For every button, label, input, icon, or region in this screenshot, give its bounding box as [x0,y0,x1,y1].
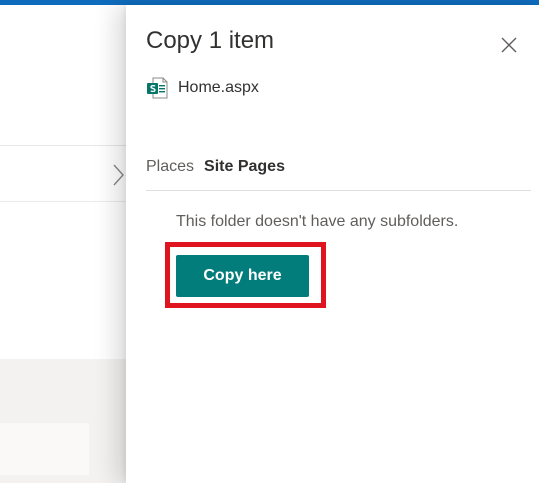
empty-folder-message: This folder doesn't have any subfolders. [176,213,459,230]
selected-file: Home.aspx [146,77,259,99]
copy-here-button[interactable]: Copy here [176,255,309,297]
breadcrumb: Places Site Pages [146,158,285,176]
file-name: Home.aspx [178,79,259,96]
background-page [0,5,128,483]
breadcrumb-places[interactable]: Places [146,158,194,176]
breadcrumb-current: Site Pages [204,158,285,175]
panel-title: Copy 1 item [146,27,275,54]
background-divider [0,201,128,202]
background-block [0,423,89,475]
sharepoint-page-icon [147,77,168,99]
close-icon[interactable] [499,35,519,55]
background-divider [0,145,128,146]
divider [146,190,531,191]
copy-panel: Copy 1 item Home.aspx Places Site Pages … [126,5,539,483]
